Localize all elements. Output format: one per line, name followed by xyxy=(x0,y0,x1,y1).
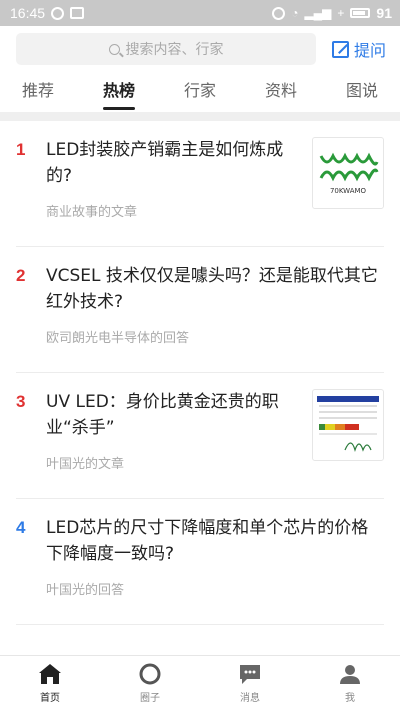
search-icon xyxy=(108,43,120,55)
kwamo-logo: 70KWAMO xyxy=(319,152,379,195)
item-thumbnail[interactable] xyxy=(312,389,384,461)
charging-icon: + xyxy=(337,6,345,20)
nav-messages[interactable]: 消息 xyxy=(215,663,285,704)
rank-number: 3 xyxy=(16,392,26,411)
user-icon xyxy=(340,665,360,684)
tab-pictures[interactable]: 图说 xyxy=(346,73,378,105)
tab-resources[interactable]: 资料 xyxy=(265,73,297,105)
status-time: 16:45 xyxy=(10,5,46,21)
divider xyxy=(0,112,400,121)
circle-icon xyxy=(139,663,161,685)
item-title[interactable]: UV LED：身价比黄金还贵的职业“杀手” xyxy=(46,389,302,441)
nav-profile-label: 我 xyxy=(345,693,355,704)
item-meta: 欧司朗光电半导体的回答 xyxy=(46,331,190,346)
spectrum-chart-thumbnail xyxy=(316,395,380,455)
nav-circles[interactable]: 圈子 xyxy=(115,663,185,704)
bottom-navigation: 首页 圈子 消息 我 xyxy=(0,655,400,711)
rank-number: 2 xyxy=(16,266,26,285)
list-item[interactable]: 1 LED封装胶产销霸主是如何炼成的? 商业故事的文章 70KWAMO xyxy=(16,121,384,247)
edit-icon xyxy=(331,40,349,58)
status-bar: 16:45 ◔ ▂▄▆ + 91 xyxy=(0,0,400,26)
nav-messages-label: 消息 xyxy=(240,693,260,704)
signal-icon: ▂▄▆ xyxy=(304,6,332,20)
rank-number: 4 xyxy=(16,518,26,537)
tab-recommend[interactable]: 推荐 xyxy=(22,73,54,105)
item-meta: 叶国光的回答 xyxy=(46,583,125,598)
image-icon xyxy=(70,7,85,19)
alarm-icon xyxy=(272,6,286,20)
nav-home-label: 首页 xyxy=(40,693,60,704)
nav-circles-label: 圈子 xyxy=(140,693,160,704)
item-title[interactable]: LED芯片的尺寸下降幅度和单个芯片的价格下降幅度一致吗? xyxy=(46,515,384,567)
tab-hot-list[interactable]: 热榜 xyxy=(102,73,136,110)
tab-experts[interactable]: 行家 xyxy=(184,73,216,105)
battery-level: 91 xyxy=(376,5,392,21)
list-item[interactable]: 3 UV LED：身价比黄金还贵的职业“杀手” 叶国光的文章 xyxy=(16,373,384,499)
item-title[interactable]: VCSEL 技术仅仅是噱头吗？还是能取代其它红外技术? xyxy=(46,263,384,315)
sync-icon xyxy=(51,6,65,20)
list-item[interactable]: 2 VCSEL 技术仅仅是噱头吗？还是能取代其它红外技术? 欧司朗光电半导体的回… xyxy=(16,247,384,373)
search-input[interactable]: 搜索内容、行家 xyxy=(16,33,316,65)
item-meta: 叶国光的文章 xyxy=(46,457,125,472)
top-header: 搜索内容、行家 提问 xyxy=(0,26,400,66)
ask-question-button[interactable]: 提问 xyxy=(331,37,386,61)
nav-profile[interactable]: 我 xyxy=(315,663,385,704)
home-icon xyxy=(39,664,61,684)
ask-label: 提问 xyxy=(353,41,386,60)
logo-text: 70KWAMO xyxy=(330,187,367,195)
wifi-icon: ◔ xyxy=(291,6,299,20)
item-thumbnail[interactable]: 70KWAMO xyxy=(312,137,384,209)
hot-list: 1 LED封装胶产销霸主是如何炼成的? 商业故事的文章 70KWAMO 2 VC… xyxy=(0,121,400,625)
battery-icon xyxy=(350,8,371,18)
tab-bar: 推荐 热榜 行家 资料 图说 xyxy=(0,66,400,112)
item-title[interactable]: LED封装胶产销霸主是如何炼成的? xyxy=(46,137,302,189)
rank-number: 1 xyxy=(16,140,26,159)
item-meta: 商业故事的文章 xyxy=(46,205,138,220)
nav-home[interactable]: 首页 xyxy=(15,663,85,704)
search-placeholder: 搜索内容、行家 xyxy=(125,42,224,58)
list-item[interactable]: 4 LED芯片的尺寸下降幅度和单个芯片的价格下降幅度一致吗? 叶国光的回答 xyxy=(16,499,384,625)
message-icon xyxy=(240,665,260,684)
